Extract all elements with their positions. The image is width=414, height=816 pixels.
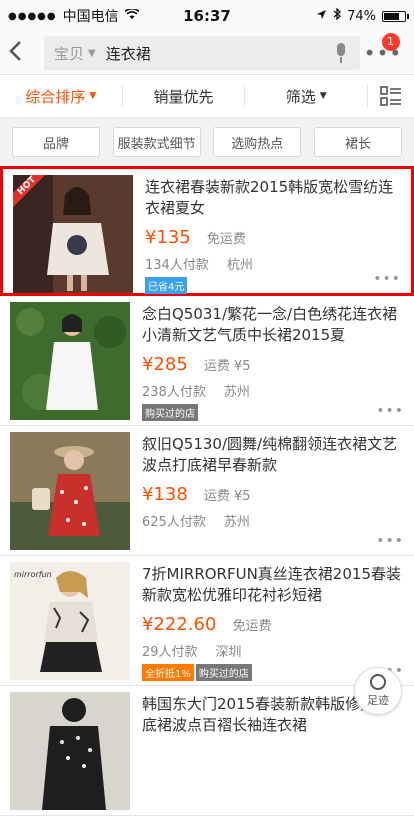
sort-sales-label[interactable]: 销量优先 [154,86,214,107]
search-input[interactable]: 宝贝 ▼ 连衣裙 [44,36,360,70]
product-tag: 已省4元 [145,277,187,294]
sort-bar: 综合排序 ▼ 销量优先 筛选 ▼ [0,74,414,118]
view-toggle-button[interactable] [368,86,414,106]
product-sold-count: 29人付款 [142,641,198,660]
product-city: 杭州 [227,254,253,273]
more-menu-button[interactable]: ••• 1 [360,41,406,65]
bluetooth-icon [333,8,341,24]
product-info: 叙旧Q5130/圆舞/纯棉翻领连衣裙文艺波点打底裙早春新款 ¥138 运费 ¥5… [130,426,414,555]
product-tag: 全折抵1% [142,664,194,681]
status-right: 74% [266,8,406,24]
carrier-label: 中国电信 [63,6,119,26]
footprint-icon[interactable] [370,674,386,690]
wifi-icon [125,8,139,24]
location-icon [316,9,327,24]
sort-sales[interactable]: 销量优先 [123,85,246,107]
product-sold-count: 134人付款 [145,254,209,273]
sort-comprehensive-label[interactable]: 综合排序 [25,86,85,107]
filter-label[interactable]: 筛选 [286,86,316,107]
product-image[interactable] [10,432,130,550]
product-list: HOT 连衣裙春装新款2015韩版宽松雪纺连衣裙夏女 ¥135 免运费 134人… [0,166,414,816]
footprint-button[interactable]: 足迹 [354,667,402,715]
product-tag: 购买过的店 [142,404,198,421]
product-info: 7折MIRRORFUN真丝连衣裙2015春装新款宽松优雅印花衬衫短裙 ¥222.… [130,556,414,685]
product-tag: 购买过的店 [196,664,252,681]
filter-arrow-icon[interactable]: ▼ [320,91,327,101]
microphone-icon[interactable] [332,42,350,64]
product-info: 念白Q5031/繁花一念/白色绣花连衣裙小清新文艺气质中长裙2015夏 ¥285… [130,296,414,425]
more-options-icon[interactable]: ••• [376,403,404,419]
product-image[interactable] [10,302,130,420]
product-card[interactable]: 叙旧Q5130/圆舞/纯棉翻领连衣裙文艺波点打底裙早春新款 ¥138 运费 ¥5… [0,426,414,556]
product-title[interactable]: 叙旧Q5130/圆舞/纯棉翻领连衣裙文艺波点打底裙早春新款 [142,434,404,476]
product-image[interactable]: mirrorfun [10,562,130,680]
product-city: 苏州 [224,381,250,400]
search-header: 宝贝 ▼ 连衣裙 ••• 1 [0,32,414,74]
chip-brand[interactable]: 品牌 [12,127,100,157]
product-price: ¥138 [142,484,188,505]
product-info: 连衣裙春装新款2015韩版宽松雪纺连衣裙夏女 ¥135 免运费 134人付款 杭… [133,169,411,293]
product-card[interactable]: 韩国东大门2015春装新款韩版修身打底裙波点百褶长袖连衣裙 [0,686,414,816]
product-sold-count: 625人付款 [142,511,206,530]
product-title[interactable]: 连衣裙春装新款2015韩版宽松雪纺连衣裙夏女 [145,177,401,219]
search-scope[interactable]: 宝贝 [54,43,84,64]
product-price: ¥222.60 [142,614,216,635]
product-title[interactable]: 念白Q5031/繁花一念/白色绣花连衣裙小清新文艺气质中长裙2015夏 [142,304,404,346]
more-options-icon[interactable]: ••• [373,271,401,287]
product-image[interactable]: HOT [13,175,133,293]
notification-badge: 1 [382,33,400,51]
filter-chips: 品牌 服装款式细节 选购热点 裙长 [0,118,414,166]
scope-caret-icon[interactable]: ▼ [88,48,96,59]
status-time: 16:37 [148,7,266,25]
product-price: ¥285 [142,354,188,375]
product-shipping: 运费 ¥5 [204,355,251,374]
brand-watermark: mirrorfun [14,570,52,579]
back-chevron-icon [8,40,22,62]
product-price: ¥135 [145,227,191,248]
search-query[interactable]: 连衣裙 [106,43,332,64]
product-card[interactable]: HOT 连衣裙春装新款2015韩版宽松雪纺连衣裙夏女 ¥135 免运费 134人… [0,166,414,296]
dropdown-arrow-icon[interactable]: ▼ [89,91,96,101]
chip-hot-picks[interactable]: 选购热点 [213,127,301,157]
product-shipping: 免运费 [207,228,246,247]
product-card[interactable]: mirrorfun 7折MIRRORFUN真丝连衣裙2015春装新款宽松优雅印花… [0,556,414,686]
list-view-icon [380,86,402,106]
chip-skirt-length[interactable]: 裙长 [314,127,402,157]
chip-style-detail[interactable]: 服装款式细节 [113,127,201,157]
product-card[interactable]: 念白Q5031/繁花一念/白色绣花连衣裙小清新文艺气质中长裙2015夏 ¥285… [0,296,414,426]
product-shipping: 运费 ¥5 [204,485,251,504]
battery-fill [384,13,399,20]
sort-filter[interactable]: 筛选 ▼ [245,85,368,107]
product-city: 深圳 [216,641,242,660]
battery-percent: 74% [347,9,376,24]
product-shipping: 免运费 [232,615,271,634]
footprint-label[interactable]: 足迹 [367,692,389,708]
product-city: 苏州 [224,511,250,530]
product-title[interactable]: 7折MIRRORFUN真丝连衣裙2015春装新款宽松优雅印花衬衫短裙 [142,564,404,606]
product-sold-count: 238人付款 [142,381,206,400]
battery-icon [382,11,406,22]
product-image[interactable] [10,692,130,810]
back-button[interactable] [8,39,44,67]
sort-comprehensive[interactable]: 综合排序 ▼ [0,85,123,107]
signal-icon: ●●●●● [8,11,57,22]
status-bar: ●●●●● 中国电信 16:37 74% [0,0,414,32]
status-left: ●●●●● 中国电信 [8,6,148,26]
more-options-icon[interactable]: ••• [376,533,404,549]
